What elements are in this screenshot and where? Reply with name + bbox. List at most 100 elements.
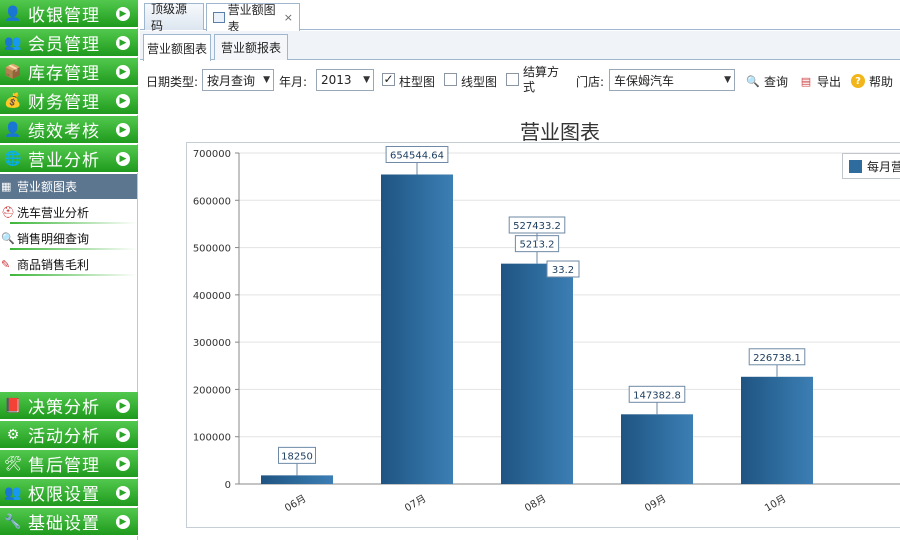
inventory-icon: 📦 bbox=[4, 63, 22, 80]
sidebar-group-groups_bottom1[interactable]: ⚙ 活动分析 ▶ bbox=[0, 421, 138, 449]
sidebar-group-label: 库存管理 bbox=[28, 64, 100, 84]
y-tick-label: 600000 bbox=[193, 196, 231, 207]
line-chart-checkbox[interactable] bbox=[444, 73, 457, 86]
legend-swatch bbox=[849, 159, 862, 173]
data-label: 654544.64 bbox=[390, 150, 444, 161]
y-tick-label: 100000 bbox=[193, 433, 231, 444]
sidebar-group-label: 活动分析 bbox=[28, 427, 100, 447]
sidebar-sub-item[interactable]: ⛑ 洗车营业分析 bbox=[0, 200, 137, 225]
chevron-icon: ▶ bbox=[116, 456, 130, 471]
line-chart-label: 线型图 bbox=[461, 74, 498, 89]
tab-source-label: 顶级源码 bbox=[151, 2, 188, 33]
sidebar-group-label: 售后管理 bbox=[28, 456, 100, 476]
close-icon[interactable]: × bbox=[284, 11, 293, 24]
sidebar-sub-item-underline bbox=[10, 248, 137, 250]
subtab-revenue-chart[interactable]: 营业额图表 bbox=[143, 34, 211, 61]
subtab-revenue-report[interactable]: 营业额报表 bbox=[214, 34, 288, 60]
y-tick-label: 700000 bbox=[193, 149, 231, 160]
analysis-icon: 🌐 bbox=[4, 150, 22, 167]
member-icon: 👥 bbox=[4, 34, 22, 51]
year-select[interactable]: 2013 ▼ bbox=[316, 69, 374, 91]
chart-bar bbox=[501, 263, 573, 484]
finance-icon: 💰 bbox=[4, 92, 22, 109]
export-button[interactable]: ▤ 导出 bbox=[799, 61, 841, 101]
x-tick-label: 06月 bbox=[283, 493, 309, 515]
permission-icon: 👥 bbox=[4, 484, 22, 501]
chevron-icon: ▶ bbox=[116, 427, 130, 442]
settle-label: 结算方 式 bbox=[523, 65, 559, 95]
y-tick-label: 300000 bbox=[193, 338, 231, 349]
date-type-label: 日期类型: bbox=[146, 74, 199, 89]
service-icon: 🛠 bbox=[4, 455, 22, 472]
chevron-icon: ▶ bbox=[116, 514, 130, 529]
bar-chart-checkbox[interactable]: ✓ bbox=[382, 73, 395, 86]
sidebar-group-groups_top4[interactable]: 👤 绩效考核 ▶ bbox=[0, 116, 138, 144]
chevron-icon: ▶ bbox=[116, 93, 130, 108]
query-label: 查询 bbox=[764, 74, 789, 89]
store-label: 门店: bbox=[576, 74, 605, 89]
year-value: 2013 bbox=[321, 73, 352, 87]
chart-bar bbox=[381, 174, 453, 484]
sidebar-group-label: 决策分析 bbox=[28, 398, 100, 418]
sidebar-group-groups_top5[interactable]: 🌐 营业分析 ▶ bbox=[0, 145, 138, 173]
sidebar-group-groups_top1[interactable]: 👥 会员管理 ▶ bbox=[0, 29, 138, 57]
y-tick-label: 500000 bbox=[193, 244, 231, 255]
sidebar-sub-item[interactable]: ✎ 商品销售毛利 bbox=[0, 252, 137, 277]
tab-revenue-chart[interactable]: 营业额图表 × bbox=[206, 3, 300, 34]
sidebar-group-label: 绩效考核 bbox=[28, 122, 100, 142]
legend-label: 每月营 bbox=[867, 159, 900, 174]
data-label: 226738.1 bbox=[753, 353, 801, 364]
sidebar-group-groups_top2[interactable]: 📦 库存管理 ▶ bbox=[0, 58, 138, 86]
sidebar-group-groups_bottom4[interactable]: 🔧 基础设置 ▶ bbox=[0, 508, 138, 536]
sidebar: 👤 收银管理 ▶ 👥 会员管理 ▶ 📦 库存管理 ▶ 💰 财务管理 ▶ 👤 绩效考核 ▶ 🌐 营业分析 ▶ ▦ 营业… bbox=[0, 0, 138, 540]
sidebar-sub-item-underline bbox=[10, 274, 137, 276]
sidebar-group-label: 收银管理 bbox=[28, 6, 100, 26]
sidebar-sub-item[interactable]: 🔍 销售明细查询 bbox=[0, 226, 137, 251]
bar-chart-label: 柱型图 bbox=[399, 74, 436, 89]
sidebar-group-groups_top3[interactable]: 💰 财务管理 ▶ bbox=[0, 87, 138, 115]
chart-bar bbox=[261, 475, 333, 484]
help-icon: ? bbox=[851, 74, 865, 88]
year-label: 年月: bbox=[279, 74, 308, 89]
sidebar-group-label: 基础设置 bbox=[28, 514, 100, 534]
sidebar-sub-item[interactable]: ▦ 营业额图表 bbox=[0, 174, 137, 199]
sidebar-group-label: 营业分析 bbox=[28, 151, 100, 171]
subtab-revenue-report-label: 营业额报表 bbox=[220, 41, 281, 55]
chevron-icon: ▶ bbox=[116, 6, 130, 21]
y-tick-label: 0 bbox=[225, 480, 231, 491]
profit-icon: ✎ bbox=[1, 258, 11, 271]
performance-icon: 👤 bbox=[4, 121, 22, 138]
sidebar-group-label: 会员管理 bbox=[28, 35, 100, 55]
store-select[interactable]: 车保姆汽车 ▼ bbox=[609, 69, 735, 91]
tab-bar: 顶级源码 营业额图表 × bbox=[140, 0, 900, 34]
subtab-revenue-chart-label: 营业额图表 bbox=[146, 41, 207, 56]
sidebar-group-groups_bottom0[interactable]: 📕 决策分析 ▶ bbox=[0, 392, 138, 420]
cash-icon: 👤 bbox=[4, 5, 22, 22]
data-label: 18250 bbox=[281, 451, 313, 462]
chart-legend: 每月营 bbox=[842, 153, 900, 179]
chart-icon: ▦ bbox=[1, 180, 12, 193]
tab-revenue-chart-label: 营业额图表 bbox=[227, 2, 276, 34]
query-button[interactable]: 🔍 查询 bbox=[746, 61, 788, 101]
chart-frame: 0 100000 200000 300000 400000 500000 600000 700… bbox=[186, 142, 900, 528]
data-label: 5213.2 bbox=[520, 240, 555, 251]
car-wash-icon: ⛑ bbox=[1, 206, 15, 219]
x-tick-label: 09月 bbox=[643, 493, 669, 515]
settle-checkbox[interactable] bbox=[506, 73, 519, 86]
export-label: 导出 bbox=[817, 74, 842, 89]
chevron-down-icon: ▼ bbox=[724, 75, 731, 85]
sidebar-group-groups_bottom2[interactable]: 🛠 售后管理 ▶ bbox=[0, 450, 138, 478]
chevron-down-icon: ▼ bbox=[363, 75, 370, 85]
search-icon: 🔍 bbox=[1, 232, 15, 245]
sidebar-group-groups_top0[interactable]: 👤 收银管理 ▶ bbox=[0, 0, 138, 28]
sidebar-group-label: 财务管理 bbox=[28, 93, 100, 113]
tab-source[interactable]: 顶级源码 bbox=[144, 2, 204, 33]
x-tick-label: 08月 bbox=[523, 493, 549, 515]
data-label: 527433.2 bbox=[513, 221, 561, 232]
help-button[interactable]: ? 帮助 bbox=[851, 61, 893, 101]
sidebar-sub-item-label: 销售明细查询 bbox=[17, 232, 90, 246]
store-value: 车保姆汽车 bbox=[614, 73, 675, 88]
date-type-select[interactable]: 按月查询 ▼ bbox=[202, 69, 274, 91]
sidebar-group-groups_bottom3[interactable]: 👥 权限设置 ▶ bbox=[0, 479, 138, 507]
chevron-icon: ▶ bbox=[116, 485, 130, 500]
